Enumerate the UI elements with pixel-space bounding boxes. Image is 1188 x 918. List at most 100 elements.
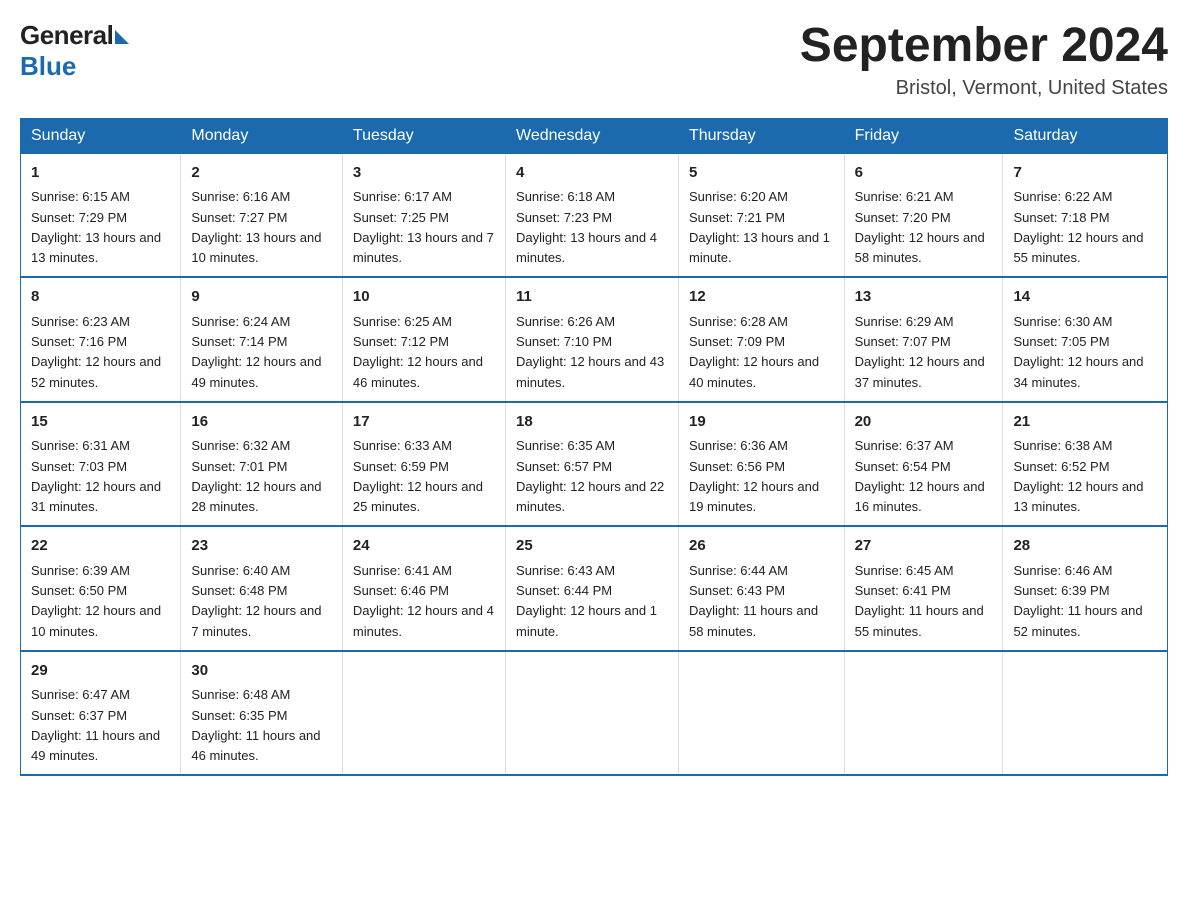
calendar-day-cell: 3 Sunrise: 6:17 AMSunset: 7:25 PMDaylight…	[342, 153, 505, 277]
day-number: 2	[191, 162, 332, 185]
calendar-day-cell	[1003, 651, 1168, 776]
day-info: Sunrise: 6:17 AMSunset: 7:25 PMDaylight:…	[353, 189, 494, 265]
day-number: 11	[516, 286, 668, 309]
day-number: 1	[31, 162, 170, 185]
calendar-day-cell	[678, 651, 844, 776]
day-info: Sunrise: 6:20 AMSunset: 7:21 PMDaylight:…	[689, 189, 830, 265]
calendar-day-cell: 29 Sunrise: 6:47 AMSunset: 6:37 PMDayligh…	[21, 651, 181, 776]
calendar-day-cell: 28Sunrise: 6:46 AMSunset: 6:39 PMDayligh…	[1003, 526, 1168, 651]
calendar-subtitle: Bristol, Vermont, United States	[800, 77, 1168, 100]
calendar-day-cell: 27Sunrise: 6:45 AMSunset: 6:41 PMDayligh…	[844, 526, 1003, 651]
calendar-day-cell: 13 Sunrise: 6:29 AMSunset: 7:07 PMDayligh…	[844, 277, 1003, 402]
day-number: 30	[191, 660, 332, 683]
day-info: Sunrise: 6:44 AMSunset: 6:43 PMDaylight:…	[689, 563, 818, 639]
day-number: 7	[1013, 162, 1157, 185]
calendar-day-cell: 26 Sunrise: 6:44 AMSunset: 6:43 PMDayligh…	[678, 526, 844, 651]
day-info: Sunrise: 6:48 AMSunset: 6:35 PMDaylight:…	[191, 687, 320, 763]
calendar-day-cell: 14Sunrise: 6:30 AMSunset: 7:05 PMDayligh…	[1003, 277, 1168, 402]
calendar-day-cell: 12 Sunrise: 6:28 AMSunset: 7:09 PMDayligh…	[678, 277, 844, 402]
calendar-day-cell: 2 Sunrise: 6:16 AMSunset: 7:27 PMDaylight…	[181, 153, 343, 277]
day-number: 23	[191, 535, 332, 558]
calendar-day-cell: 22 Sunrise: 6:39 AMSunset: 6:50 PMDayligh…	[21, 526, 181, 651]
calendar-day-cell: 4 Sunrise: 6:18 AMSunset: 7:23 PMDaylight…	[506, 153, 679, 277]
header-sunday: Sunday	[21, 118, 181, 153]
day-info: Sunrise: 6:47 AMSunset: 6:37 PMDaylight:…	[31, 687, 160, 763]
header-tuesday: Tuesday	[342, 118, 505, 153]
calendar-day-cell: 19Sunrise: 6:36 AMSunset: 6:56 PMDayligh…	[678, 402, 844, 527]
day-info: Sunrise: 6:16 AMSunset: 7:27 PMDaylight:…	[191, 189, 321, 265]
day-info: Sunrise: 6:28 AMSunset: 7:09 PMDaylight:…	[689, 314, 819, 390]
day-info: Sunrise: 6:18 AMSunset: 7:23 PMDaylight:…	[516, 189, 657, 265]
day-number: 12	[689, 286, 834, 309]
day-info: Sunrise: 6:15 AMSunset: 7:29 PMDaylight:…	[31, 189, 161, 265]
calendar-day-cell: 5 Sunrise: 6:20 AMSunset: 7:21 PMDaylight…	[678, 153, 844, 277]
logo-blue-text: Blue	[20, 51, 76, 82]
calendar-day-cell: 18Sunrise: 6:35 AMSunset: 6:57 PMDayligh…	[506, 402, 679, 527]
calendar-day-cell: 7 Sunrise: 6:22 AMSunset: 7:18 PMDaylight…	[1003, 153, 1168, 277]
day-number: 27	[855, 535, 993, 558]
day-number: 21	[1013, 411, 1157, 434]
day-number: 20	[855, 411, 993, 434]
day-number: 16	[191, 411, 332, 434]
days-header-row: Sunday Monday Tuesday Wednesday Thursday…	[21, 118, 1168, 153]
calendar-day-cell: 20 Sunrise: 6:37 AMSunset: 6:54 PMDayligh…	[844, 402, 1003, 527]
calendar-day-cell: 6 Sunrise: 6:21 AMSunset: 7:20 PMDaylight…	[844, 153, 1003, 277]
day-info: Sunrise: 6:43 AMSunset: 6:44 PMDaylight:…	[516, 563, 657, 639]
day-info: Sunrise: 6:23 AMSunset: 7:16 PMDaylight:…	[31, 314, 161, 390]
day-number: 24	[353, 535, 495, 558]
day-info: Sunrise: 6:32 AMSunset: 7:01 PMDaylight:…	[191, 438, 321, 514]
header-monday: Monday	[181, 118, 343, 153]
day-info: Sunrise: 6:38 AMSunset: 6:52 PMDaylight:…	[1013, 438, 1143, 514]
header-friday: Friday	[844, 118, 1003, 153]
day-info: Sunrise: 6:39 AMSunset: 6:50 PMDaylight:…	[31, 563, 161, 639]
calendar-week-row: 22 Sunrise: 6:39 AMSunset: 6:50 PMDayligh…	[21, 526, 1168, 651]
title-block: September 2024 Bristol, Vermont, United …	[800, 20, 1168, 100]
calendar-week-row: 15Sunrise: 6:31 AMSunset: 7:03 PMDayligh…	[21, 402, 1168, 527]
day-info: Sunrise: 6:29 AMSunset: 7:07 PMDaylight:…	[855, 314, 985, 390]
day-info: Sunrise: 6:40 AMSunset: 6:48 PMDaylight:…	[191, 563, 321, 639]
day-number: 4	[516, 162, 668, 185]
day-number: 3	[353, 162, 495, 185]
calendar-week-row: 8 Sunrise: 6:23 AMSunset: 7:16 PMDaylight…	[21, 277, 1168, 402]
day-number: 25	[516, 535, 668, 558]
logo-arrow-icon	[115, 30, 129, 44]
day-info: Sunrise: 6:33 AMSunset: 6:59 PMDaylight:…	[353, 438, 483, 514]
calendar-title: September 2024	[800, 20, 1168, 73]
calendar-day-cell: 15Sunrise: 6:31 AMSunset: 7:03 PMDayligh…	[21, 402, 181, 527]
logo: General Blue	[20, 20, 129, 82]
day-info: Sunrise: 6:22 AMSunset: 7:18 PMDaylight:…	[1013, 189, 1143, 265]
day-info: Sunrise: 6:24 AMSunset: 7:14 PMDaylight:…	[191, 314, 321, 390]
calendar-day-cell: 9Sunrise: 6:24 AMSunset: 7:14 PMDaylight…	[181, 277, 343, 402]
day-number: 22	[31, 535, 170, 558]
day-info: Sunrise: 6:21 AMSunset: 7:20 PMDaylight:…	[855, 189, 985, 265]
page-header: General Blue September 2024 Bristol, Ver…	[20, 20, 1168, 100]
day-info: Sunrise: 6:46 AMSunset: 6:39 PMDaylight:…	[1013, 563, 1142, 639]
calendar-week-row: 1 Sunrise: 6:15 AMSunset: 7:29 PMDaylight…	[21, 153, 1168, 277]
calendar-table: Sunday Monday Tuesday Wednesday Thursday…	[20, 118, 1168, 777]
calendar-week-row: 29 Sunrise: 6:47 AMSunset: 6:37 PMDayligh…	[21, 651, 1168, 776]
calendar-day-cell: 11Sunrise: 6:26 AMSunset: 7:10 PMDayligh…	[506, 277, 679, 402]
day-info: Sunrise: 6:35 AMSunset: 6:57 PMDaylight:…	[516, 438, 664, 514]
day-number: 26	[689, 535, 834, 558]
day-number: 29	[31, 660, 170, 683]
calendar-day-cell: 16 Sunrise: 6:32 AMSunset: 7:01 PMDayligh…	[181, 402, 343, 527]
calendar-day-cell: 17 Sunrise: 6:33 AMSunset: 6:59 PMDayligh…	[342, 402, 505, 527]
calendar-day-cell	[506, 651, 679, 776]
calendar-day-cell: 8 Sunrise: 6:23 AMSunset: 7:16 PMDaylight…	[21, 277, 181, 402]
calendar-day-cell	[844, 651, 1003, 776]
day-number: 17	[353, 411, 495, 434]
day-number: 8	[31, 286, 170, 309]
day-info: Sunrise: 6:37 AMSunset: 6:54 PMDaylight:…	[855, 438, 985, 514]
day-number: 6	[855, 162, 993, 185]
day-number: 15	[31, 411, 170, 434]
day-number: 5	[689, 162, 834, 185]
day-info: Sunrise: 6:36 AMSunset: 6:56 PMDaylight:…	[689, 438, 819, 514]
day-info: Sunrise: 6:30 AMSunset: 7:05 PMDaylight:…	[1013, 314, 1143, 390]
header-saturday: Saturday	[1003, 118, 1168, 153]
header-thursday: Thursday	[678, 118, 844, 153]
calendar-day-cell: 21 Sunrise: 6:38 AMSunset: 6:52 PMDayligh…	[1003, 402, 1168, 527]
day-number: 13	[855, 286, 993, 309]
calendar-day-cell	[342, 651, 505, 776]
day-number: 10	[353, 286, 495, 309]
day-info: Sunrise: 6:41 AMSunset: 6:46 PMDaylight:…	[353, 563, 494, 639]
